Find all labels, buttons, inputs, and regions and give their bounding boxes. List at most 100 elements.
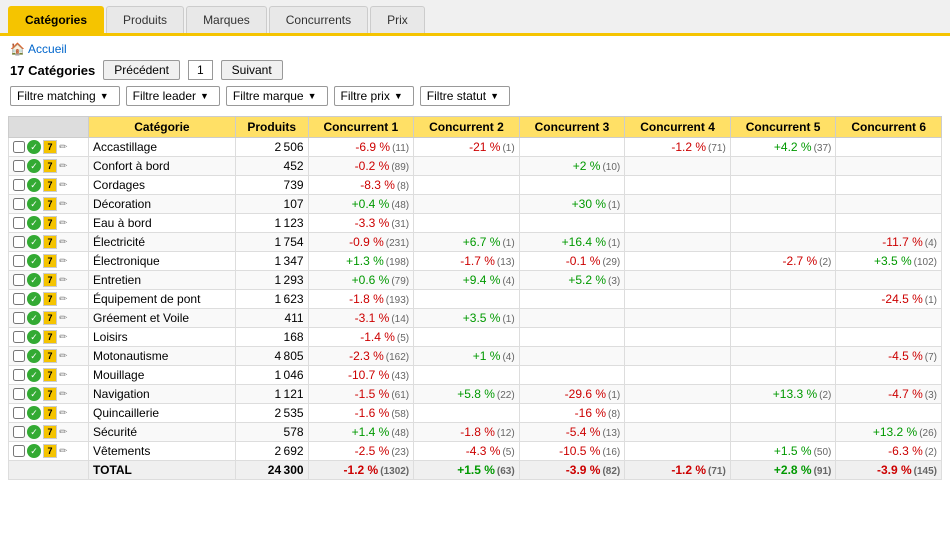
row-checkbox[interactable] (13, 179, 25, 191)
category-name: Électronique (89, 252, 236, 271)
tab-produits[interactable]: Produits (106, 6, 184, 33)
category-name: Eau à bord (89, 214, 236, 233)
total-concurrent-cell: +2.8 %(91) (730, 461, 836, 480)
edit-icon[interactable]: ✏ (59, 408, 67, 419)
row-checkbox[interactable] (13, 198, 25, 210)
count-badge: 7 (43, 349, 57, 363)
concurrent-cell: -0.2 %(89) (308, 157, 414, 176)
sub-count: (4) (502, 352, 514, 363)
concurrent-cell (519, 347, 625, 366)
row-checkbox[interactable] (13, 217, 25, 229)
edit-icon[interactable]: ✏ (59, 256, 67, 267)
edit-icon[interactable]: ✏ (59, 199, 67, 210)
concurrent-cell (519, 138, 625, 157)
row-checkbox[interactable] (13, 445, 25, 457)
concurrent-cell (519, 176, 625, 195)
concurrent-cell (730, 271, 836, 290)
category-name: Loisirs (89, 328, 236, 347)
row-checkbox[interactable] (13, 274, 25, 286)
sub-count: (1302) (380, 466, 409, 477)
edit-icon[interactable]: ✏ (59, 351, 67, 362)
status-icon: ✓ (27, 292, 41, 306)
tab-concurrents[interactable]: Concurrents (269, 6, 368, 33)
concurrent-cell: -2.5 %(23) (308, 442, 414, 461)
count-badge: 7 (43, 425, 57, 439)
edit-icon[interactable]: ✏ (59, 237, 67, 248)
edit-icon[interactable]: ✏ (59, 294, 67, 305)
table-row: ✓ 7 ✏ Entretien1 293+0.6 %(79)+9.4 %(4)+… (9, 271, 942, 290)
sub-count: (1) (608, 390, 620, 401)
edit-icon[interactable]: ✏ (59, 332, 67, 343)
row-checkbox[interactable] (13, 426, 25, 438)
concurrent-cell: +1.5 %(50) (730, 442, 836, 461)
sub-count: (31) (391, 219, 409, 230)
row-checkbox[interactable] (13, 407, 25, 419)
edit-icon[interactable]: ✏ (59, 427, 67, 438)
category-name: Entretien (89, 271, 236, 290)
row-checkbox[interactable] (13, 388, 25, 400)
breadcrumb-link[interactable]: Accueil (28, 42, 67, 56)
row-checkbox[interactable] (13, 255, 25, 267)
sub-count: (71) (708, 466, 726, 477)
edit-icon[interactable]: ✏ (59, 142, 67, 153)
row-checkbox[interactable] (13, 293, 25, 305)
edit-icon[interactable]: ✏ (59, 180, 67, 191)
category-name: Gréement et Voile (89, 309, 236, 328)
edit-icon[interactable]: ✏ (59, 218, 67, 229)
next-button[interactable]: Suivant (221, 60, 283, 80)
concurrent-cell: -4.3 %(5) (414, 442, 520, 461)
filter-arrow-icon: ▼ (308, 91, 317, 101)
filter-filtre-matching[interactable]: Filtre matching▼ (10, 86, 120, 106)
concurrent-cell (625, 385, 731, 404)
count-badge: 7 (43, 216, 57, 230)
row-checkbox[interactable] (13, 331, 25, 343)
filter-filtre-leader[interactable]: Filtre leader▼ (126, 86, 220, 106)
tab-marques[interactable]: Marques (186, 6, 267, 33)
category-name: Accastillage (89, 138, 236, 157)
concurrent-cell (836, 404, 942, 423)
sub-count: (10) (602, 162, 620, 173)
edit-icon[interactable]: ✏ (59, 389, 67, 400)
filter-arrow-icon: ▼ (200, 91, 209, 101)
tab-categories[interactable]: Catégories (8, 6, 104, 33)
count-badge: 7 (43, 368, 57, 382)
row-checkbox[interactable] (13, 160, 25, 172)
edit-icon[interactable]: ✏ (59, 446, 67, 457)
table-row: ✓ 7 ✏ Mouillage1 046-10.7 %(43) (9, 366, 942, 385)
edit-icon[interactable]: ✏ (59, 370, 67, 381)
filter-filtre-statut[interactable]: Filtre statut▼ (420, 86, 510, 106)
row-checkbox[interactable] (13, 141, 25, 153)
filter-filtre-prix[interactable]: Filtre prix▼ (334, 86, 414, 106)
products-count: 578 (235, 423, 308, 442)
concurrent-cell (414, 328, 520, 347)
sub-count: (37) (814, 143, 832, 154)
status-icon: ✓ (27, 311, 41, 325)
concurrent-cell (730, 404, 836, 423)
concurrent-cell (414, 176, 520, 195)
tab-prix[interactable]: Prix (370, 6, 425, 33)
table-row: ✓ 7 ✏ Équipement de pont1 623-1.8 %(193)… (9, 290, 942, 309)
products-count: 1 623 (235, 290, 308, 309)
prev-button[interactable]: Précédent (103, 60, 180, 80)
row-checkbox[interactable] (13, 350, 25, 362)
edit-icon[interactable]: ✏ (59, 161, 67, 172)
sub-count: (63) (497, 466, 515, 477)
status-icon: ✓ (27, 273, 41, 287)
status-icon: ✓ (27, 330, 41, 344)
count-badge: 7 (43, 273, 57, 287)
row-checkbox[interactable] (13, 312, 25, 324)
status-icon: ✓ (27, 387, 41, 401)
edit-icon[interactable]: ✏ (59, 313, 67, 324)
concurrent-cell (625, 347, 731, 366)
status-icon: ✓ (27, 178, 41, 192)
row-checkbox[interactable] (13, 236, 25, 248)
concurrent-cell (730, 366, 836, 385)
table-row: ✓ 7 ✏ Eau à bord1 123-3.3 %(31) (9, 214, 942, 233)
filter-filtre-marque[interactable]: Filtre marque▼ (226, 86, 328, 106)
table-body: ✓ 7 ✏ Accastillage2 506-6.9 %(11)-21 %(1… (9, 138, 942, 480)
concurrent-cell (414, 157, 520, 176)
home-icon: 🏠 (10, 42, 25, 56)
sub-count: (11) (392, 143, 409, 154)
edit-icon[interactable]: ✏ (59, 275, 67, 286)
row-checkbox[interactable] (13, 369, 25, 381)
